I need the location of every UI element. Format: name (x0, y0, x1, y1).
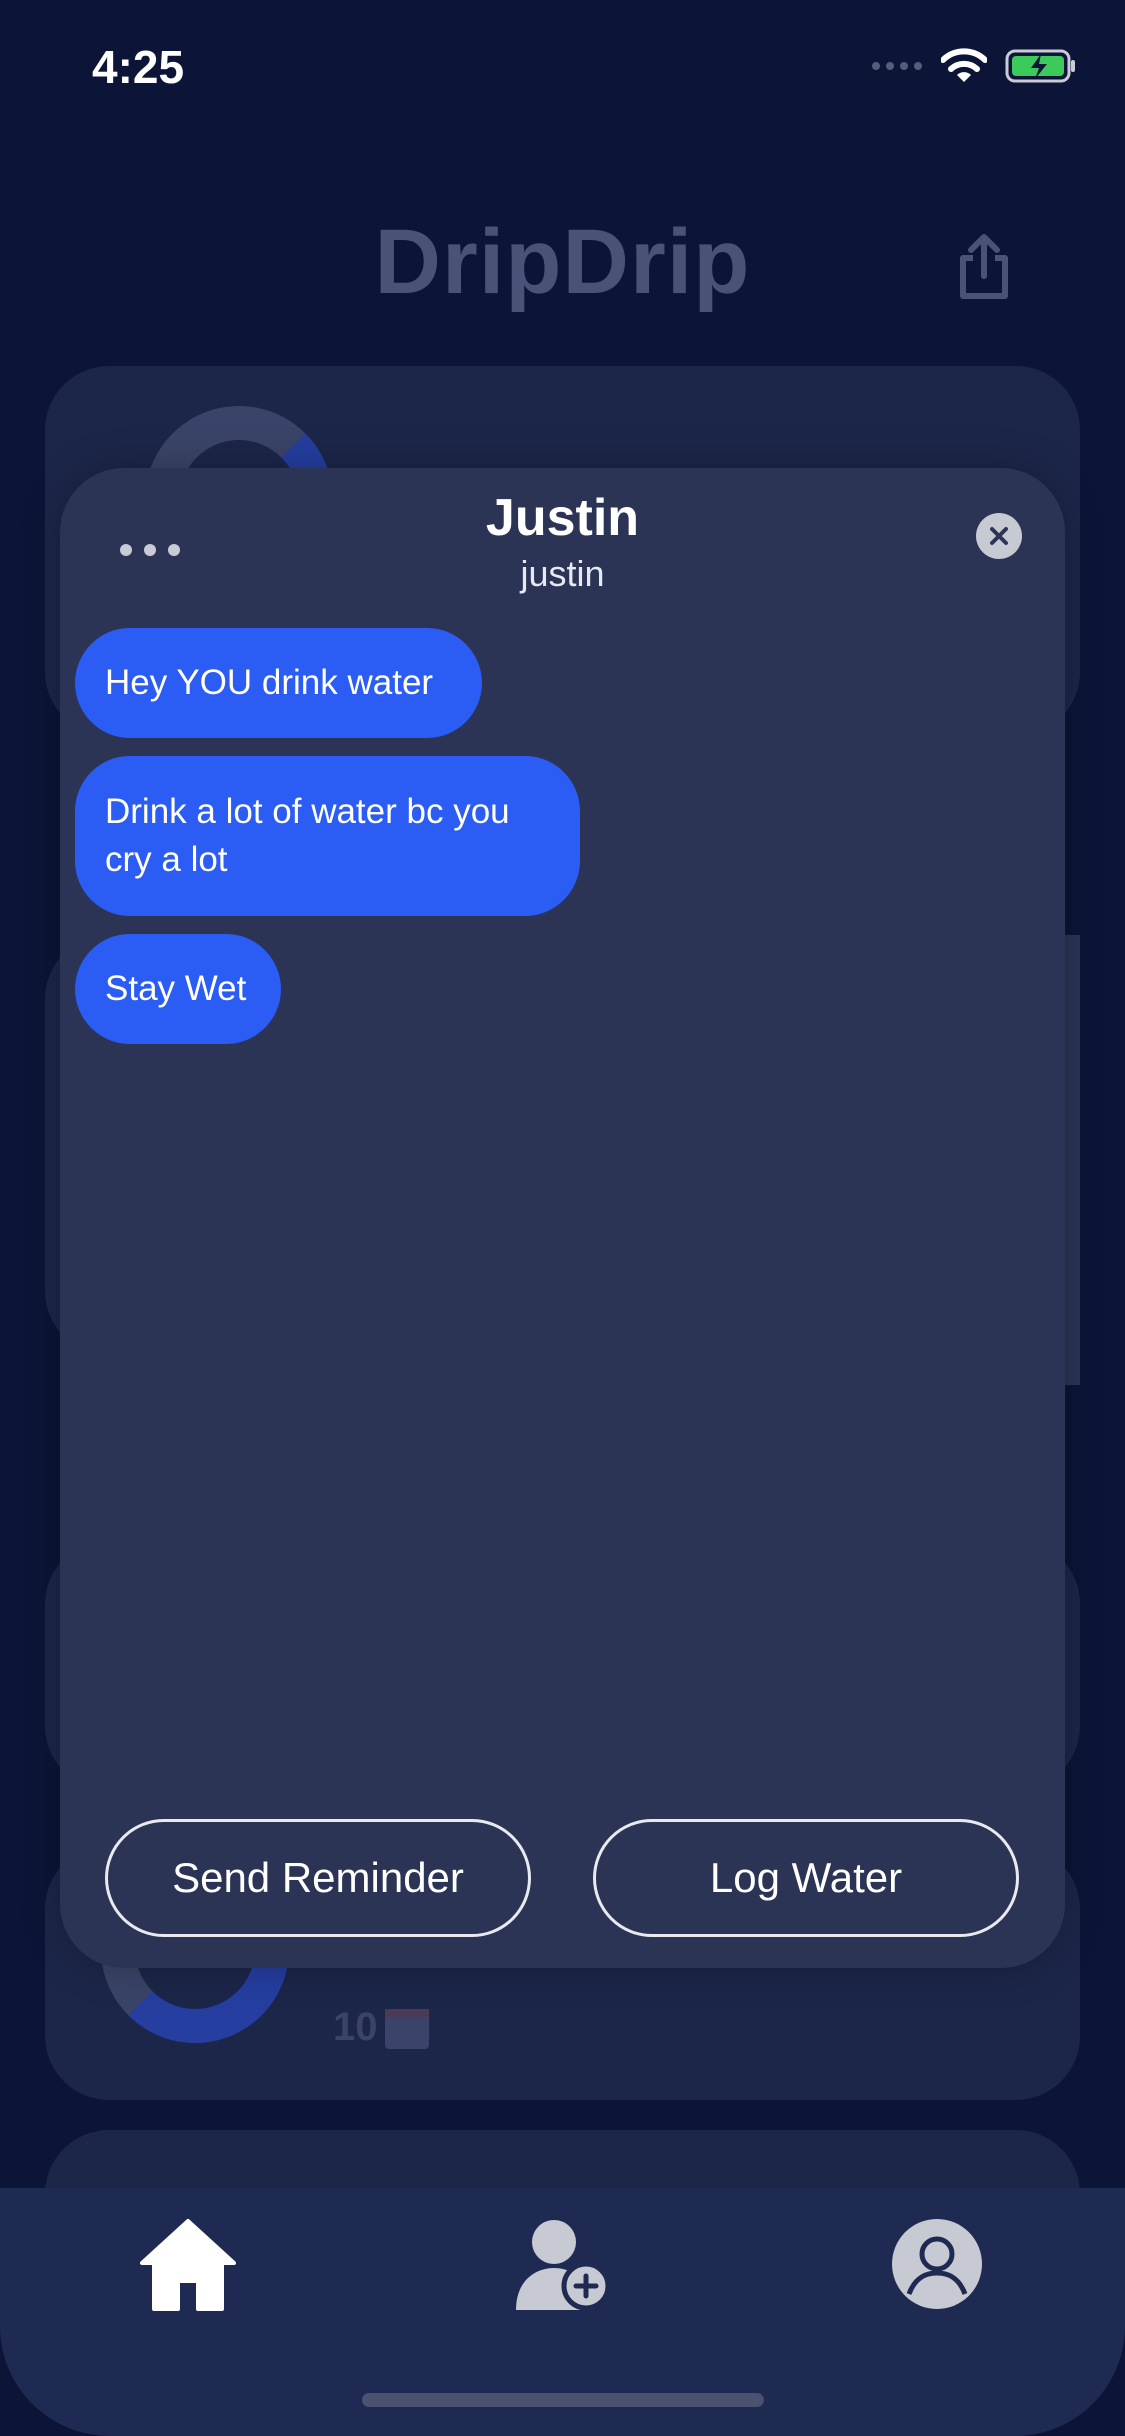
tab-profile[interactable] (887, 2214, 987, 2314)
share-icon (960, 234, 1008, 299)
wifi-icon (941, 48, 987, 82)
signal-icon (872, 62, 922, 70)
status-time: 4:25 (92, 41, 185, 93)
app-screen: 4:25 DripDrip 10 Justin justin Hey YOU d… (0, 0, 1125, 2436)
add-friend-icon (516, 2220, 610, 2311)
share-button[interactable] (949, 232, 1019, 302)
calendar-icon (385, 2009, 429, 2049)
status-icons (871, 48, 1077, 84)
message-bubble: Stay Wet (75, 934, 281, 1044)
message-bubble: Drink a lot of water bc you cry a lot (75, 756, 580, 916)
close-button[interactable] (976, 513, 1022, 559)
friend-name: Justin (485, 489, 640, 547)
message-bubble: Hey YOU drink water (75, 628, 482, 738)
send-reminder-button[interactable]: Send Reminder (105, 1819, 531, 1937)
log-water-button[interactable]: Log Water (593, 1819, 1019, 1937)
close-icon (990, 527, 1008, 545)
friend-count: 10 (333, 2005, 378, 2049)
home-icon (140, 2219, 236, 2311)
home-indicator (362, 2393, 764, 2407)
friend-username: justin (520, 553, 605, 594)
profile-icon (892, 2219, 982, 2309)
tab-add-friend[interactable] (512, 2214, 612, 2314)
tab-home[interactable] (138, 2214, 238, 2314)
battery-charging-icon (1005, 49, 1075, 83)
